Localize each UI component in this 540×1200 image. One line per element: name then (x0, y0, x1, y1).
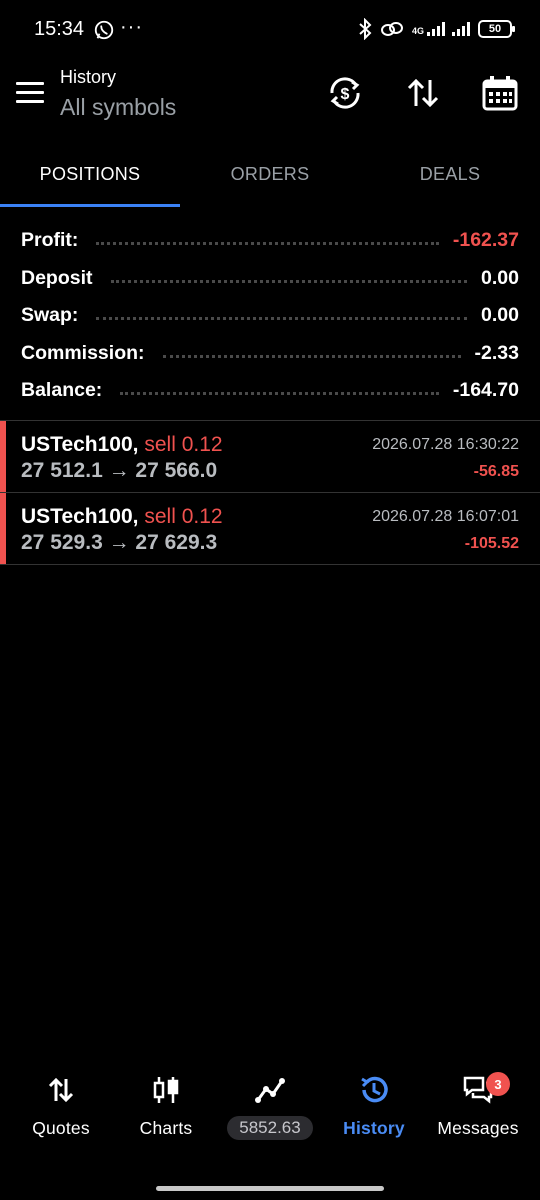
summary-value: 0.00 (481, 266, 519, 289)
position-profit: -105.52 (464, 535, 519, 552)
positions-list: USTech100, sell 0.12 27 512.1 → 27 566.0… (0, 420, 540, 565)
bluetooth-icon (359, 18, 372, 40)
summary-label: Commission: (21, 341, 145, 364)
account-balance-pill: 5852.63 (227, 1116, 313, 1140)
summary-panel: Profit: -162.37 Deposit 0.00 Swap: 0.00 … (0, 222, 540, 410)
sell-indicator-bar (0, 493, 6, 564)
summary-value: -2.33 (474, 341, 519, 364)
home-indicator[interactable] (156, 1186, 384, 1191)
position-side: sell 0.12 (144, 433, 223, 456)
tab-positions[interactable]: POSITIONS (0, 140, 180, 208)
history-icon (361, 1076, 388, 1103)
position-row[interactable]: USTech100, sell 0.12 27 529.3 → 27 629.3… (0, 493, 540, 565)
nav-history[interactable]: History (320, 1074, 428, 1154)
summary-label: Swap: (21, 304, 79, 327)
summary-row-commission: Commission: -2.33 (0, 335, 540, 373)
sell-indicator-bar (0, 421, 6, 492)
status-time: 15:34 (34, 18, 85, 40)
summary-row-profit: Profit: -162.37 (0, 222, 540, 260)
symbol-filter[interactable]: All symbols (60, 94, 176, 121)
nav-label: Messages (437, 1118, 519, 1138)
link-icon (380, 22, 403, 36)
menu-icon[interactable] (16, 82, 44, 104)
position-profit: -56.85 (473, 463, 519, 480)
position-prices: 27 512.1 → 27 566.0 (21, 459, 218, 482)
svg-text:$: $ (341, 86, 350, 103)
dotted-leader (162, 354, 461, 358)
position-symbol: USTech100, (21, 433, 139, 456)
page-title: History (60, 67, 117, 87)
nav-label: History (343, 1118, 405, 1138)
summary-row-deposit: Deposit 0.00 (0, 260, 540, 298)
sort-icon[interactable] (404, 74, 442, 112)
position-prices: 27 529.3 → 27 629.3 (21, 531, 218, 554)
summary-value: 0.00 (481, 304, 519, 327)
currency-sync-icon[interactable]: $ (326, 74, 364, 112)
summary-label: Deposit (21, 266, 93, 289)
charts-icon (153, 1077, 179, 1103)
nav-label: Quotes (32, 1118, 90, 1138)
network-type: 4G (411, 26, 424, 36)
calendar-icon[interactable] (481, 74, 519, 112)
status-right-group: 4G 50 (358, 18, 515, 40)
position-row[interactable]: USTech100, sell 0.12 27 512.1 → 27 566.0… (0, 421, 540, 493)
dotted-leader (120, 392, 439, 396)
summary-value: -164.70 (452, 379, 519, 402)
summary-label: Balance: (21, 379, 103, 402)
position-symbol: USTech100, (21, 505, 139, 528)
tab-orders[interactable]: ORDERS (180, 140, 360, 208)
nav-trade[interactable]: 5852.63 (216, 1074, 324, 1154)
dotted-leader (96, 317, 468, 321)
summary-row-swap: Swap: 0.00 (0, 297, 540, 335)
whatsapp-icon (94, 20, 114, 40)
nav-messages[interactable]: 3 Messages (424, 1072, 532, 1154)
summary-row-balance: Balance: -164.70 (0, 372, 540, 410)
position-side: sell 0.12 (144, 505, 223, 528)
status-more-dots: ··· (120, 16, 143, 38)
summary-label: Profit: (21, 229, 79, 252)
bottom-navigation: Quotes Charts 5852.63 History 3 Messages (0, 1060, 540, 1160)
signal-icon: 4G (412, 22, 470, 36)
nav-quotes[interactable]: Quotes (7, 1074, 115, 1154)
tab-deals[interactable]: DEALS (360, 140, 540, 208)
active-tab-indicator (0, 204, 180, 207)
nav-charts[interactable]: Charts (112, 1074, 220, 1154)
trade-icon (255, 1078, 285, 1103)
dotted-leader (96, 242, 439, 246)
nav-label: Charts (139, 1118, 193, 1138)
position-symbol-line: USTech100, sell 0.12 (21, 505, 223, 529)
position-symbol-line: USTech100, sell 0.12 (21, 433, 223, 457)
quotes-icon (48, 1077, 74, 1103)
app-header: History All symbols $ (0, 60, 540, 140)
summary-value: -162.37 (452, 229, 519, 252)
position-time: 2026.07.28 16:07:01 (372, 508, 519, 525)
status-bar: 15:34 ··· 4G 50 (0, 0, 540, 60)
dotted-leader (110, 279, 468, 283)
history-tabs: POSITIONS ORDERS DEALS (0, 140, 540, 208)
battery-icon: 50 (478, 20, 515, 38)
position-time: 2026.07.28 16:30:22 (372, 436, 519, 453)
messages-badge: 3 (486, 1072, 510, 1096)
